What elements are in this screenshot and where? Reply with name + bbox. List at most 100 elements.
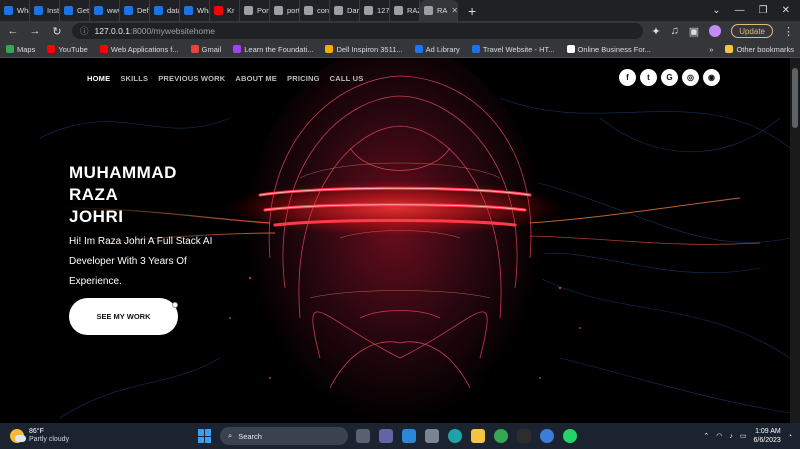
- weather-icon: [10, 429, 26, 443]
- chrome-icon[interactable]: [494, 429, 508, 443]
- taskbar: 86°F Partly cloudy ⌕ Search ⌃ ◠ ♪ ▭ 1:09…: [0, 423, 800, 449]
- copilot-icon[interactable]: [540, 429, 554, 443]
- side-panel-icon[interactable]: ▣: [689, 25, 699, 38]
- media-icon[interactable]: ♫: [671, 25, 679, 37]
- nav-call-us[interactable]: CALL US: [330, 74, 364, 83]
- google-icon[interactable]: G: [661, 69, 678, 86]
- browser-tab[interactable]: conta: [300, 0, 330, 21]
- address-host: 127.0.0.1: [94, 26, 130, 36]
- search-icon: ⌕: [228, 431, 233, 440]
- tab-search-icon[interactable]: ⌄: [712, 5, 720, 16]
- browser-tab[interactable]: data s: [150, 0, 180, 21]
- bookmark-item[interactable]: Ad Library: [414, 45, 460, 54]
- file-explorer-icon[interactable]: [471, 429, 485, 443]
- close-tab-icon[interactable]: ✕: [451, 6, 457, 15]
- search-label: Search: [238, 431, 262, 441]
- bookmark-label: Learn the Foundati...: [244, 44, 314, 54]
- close-window-button[interactable]: ✕: [782, 5, 790, 16]
- site-info-icon[interactable]: ⓘ: [80, 25, 89, 37]
- browser-tab[interactable]: www.l: [90, 0, 120, 21]
- other-bookmarks-label: Other bookmarks: [736, 44, 794, 54]
- tab-strip: What Instan Gettin www.l Defini data s What Kr P…: [0, 0, 800, 21]
- twitter-icon[interactable]: t: [640, 69, 657, 86]
- extensions-icon[interactable]: ✦: [651, 25, 660, 38]
- tab-favicon-icon: [124, 6, 133, 15]
- new-tab-button[interactable]: +: [458, 3, 486, 19]
- bookmark-item[interactable]: Gmail: [190, 45, 221, 54]
- start-button[interactable]: [198, 429, 212, 443]
- bookmark-item[interactable]: Travel Website - HT...: [471, 45, 555, 54]
- bookmark-item[interactable]: Web Applications f...: [99, 44, 179, 54]
- browser-tab[interactable]: What: [0, 0, 30, 21]
- volume-icon[interactable]: ♪: [729, 433, 733, 440]
- reload-button[interactable]: ↻: [50, 25, 64, 38]
- github-icon[interactable]: ◉: [703, 69, 720, 86]
- other-bookmarks-folder[interactable]: Other bookmarks: [725, 45, 794, 54]
- bookmark-item[interactable]: YouTube: [47, 45, 88, 54]
- bookmark-label: Web Applications f...: [110, 44, 179, 54]
- hero-name-line: RAZA: [69, 185, 119, 204]
- update-button[interactable]: Update: [731, 24, 773, 38]
- toolbar-icons: ✦ ♫ ▣ Update ⋮: [651, 24, 794, 38]
- edge-icon[interactable]: [448, 429, 462, 443]
- weather-widget[interactable]: 86°F Partly cloudy: [0, 428, 190, 444]
- window-controls: ⌄ — ❐ ✕: [712, 5, 800, 16]
- scrollbar-thumb[interactable]: [792, 68, 798, 128]
- back-button[interactable]: ←: [6, 25, 20, 37]
- bookmark-item[interactable]: Maps: [6, 45, 35, 54]
- tab-favicon-icon: [64, 6, 73, 15]
- browser-tab[interactable]: Defini: [120, 0, 150, 21]
- tray-overflow-icon[interactable]: ⌃: [703, 432, 709, 440]
- address-bar[interactable]: ⓘ 127.0.0.1:8000/mywebsitehome: [72, 23, 644, 39]
- terminal-icon[interactable]: [517, 429, 531, 443]
- tab-favicon-icon: [94, 6, 103, 15]
- taskbar-search[interactable]: ⌕ Search: [220, 427, 348, 445]
- browser-tab[interactable]: 127.0: [360, 0, 390, 21]
- tab-label: 127.0: [377, 6, 390, 15]
- browser-tab[interactable]: Kr: [210, 0, 240, 21]
- maximize-button[interactable]: ❐: [759, 5, 768, 16]
- bookmark-item[interactable]: Learn the Foundati...: [233, 45, 313, 54]
- browser-tab[interactable]: portfo: [270, 0, 300, 21]
- bookmark-favicon-icon: [414, 45, 423, 53]
- settings-icon[interactable]: [425, 429, 439, 443]
- teams-icon[interactable]: [379, 429, 393, 443]
- browser-toolbar: ← → ↻ ⓘ 127.0.0.1:8000/mywebsitehome ✦ ♫…: [0, 21, 800, 41]
- store-icon[interactable]: [402, 429, 416, 443]
- nav-about-me[interactable]: ABOUT ME: [235, 74, 277, 83]
- see-my-work-button[interactable]: SEE MY WORK: [69, 298, 178, 335]
- bookmark-favicon-icon: [566, 45, 575, 53]
- bookmark-favicon-icon: [233, 45, 242, 53]
- profile-avatar[interactable]: [709, 25, 722, 37]
- dribbble-icon[interactable]: ◎: [682, 69, 699, 86]
- wifi-icon[interactable]: ◠: [716, 432, 722, 440]
- notification-icon[interactable]: ◔: [788, 433, 792, 440]
- browser-tab[interactable]: RA ✕: [420, 0, 458, 21]
- facebook-icon[interactable]: f: [619, 69, 636, 86]
- minimize-button[interactable]: —: [735, 5, 745, 16]
- tab-favicon-icon: [304, 6, 313, 15]
- browser-tab[interactable]: Gettin: [60, 0, 90, 21]
- browser-tab[interactable]: What: [180, 0, 210, 21]
- web-page: HOME SKILLS PREVIOUS WORK ABOUT ME PRICI…: [0, 58, 790, 423]
- page-scrollbar[interactable]: [790, 58, 800, 423]
- clock[interactable]: 1:09 AM 6/6/2023: [754, 427, 781, 445]
- tab-favicon-icon: [274, 6, 283, 15]
- nav-home[interactable]: HOME: [87, 74, 110, 83]
- tab-favicon-icon: [394, 6, 403, 15]
- bookmark-item[interactable]: Online Business For...: [566, 45, 651, 54]
- browser-tab[interactable]: Dark l: [330, 0, 360, 21]
- browser-tab[interactable]: Instan: [30, 0, 60, 21]
- nav-skills[interactable]: SKILLS: [120, 74, 148, 83]
- bookmark-item[interactable]: Dell Inspiron 3511...: [325, 45, 403, 54]
- more-bookmarks-button[interactable]: »: [709, 45, 713, 54]
- browser-tab[interactable]: RAZA: [390, 0, 420, 21]
- whatsapp-icon[interactable]: [563, 429, 577, 443]
- menu-icon[interactable]: ⋮: [783, 25, 794, 38]
- nav-pricing[interactable]: PRICING: [287, 74, 320, 83]
- nav-previous-work[interactable]: PREVIOUS WORK: [158, 74, 225, 83]
- forward-button[interactable]: →: [28, 25, 42, 37]
- browser-tab[interactable]: Portfo: [240, 0, 270, 21]
- battery-icon[interactable]: ▭: [740, 432, 747, 440]
- task-view-icon[interactable]: [356, 429, 370, 443]
